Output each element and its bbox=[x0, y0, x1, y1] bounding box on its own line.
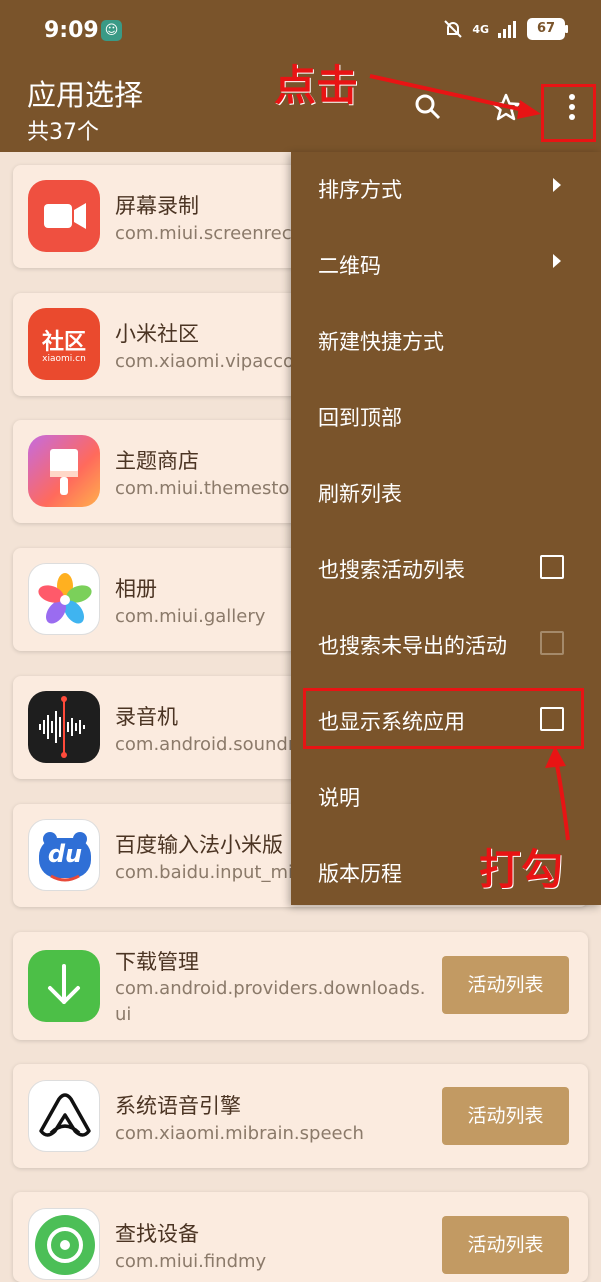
arrowhead-icon bbox=[517, 100, 541, 119]
arrowhead-icon bbox=[545, 746, 566, 768]
annotation-arrows bbox=[369, 74, 570, 841]
arrow-line-icon bbox=[554, 759, 570, 841]
arrow-line-icon bbox=[369, 74, 529, 113]
